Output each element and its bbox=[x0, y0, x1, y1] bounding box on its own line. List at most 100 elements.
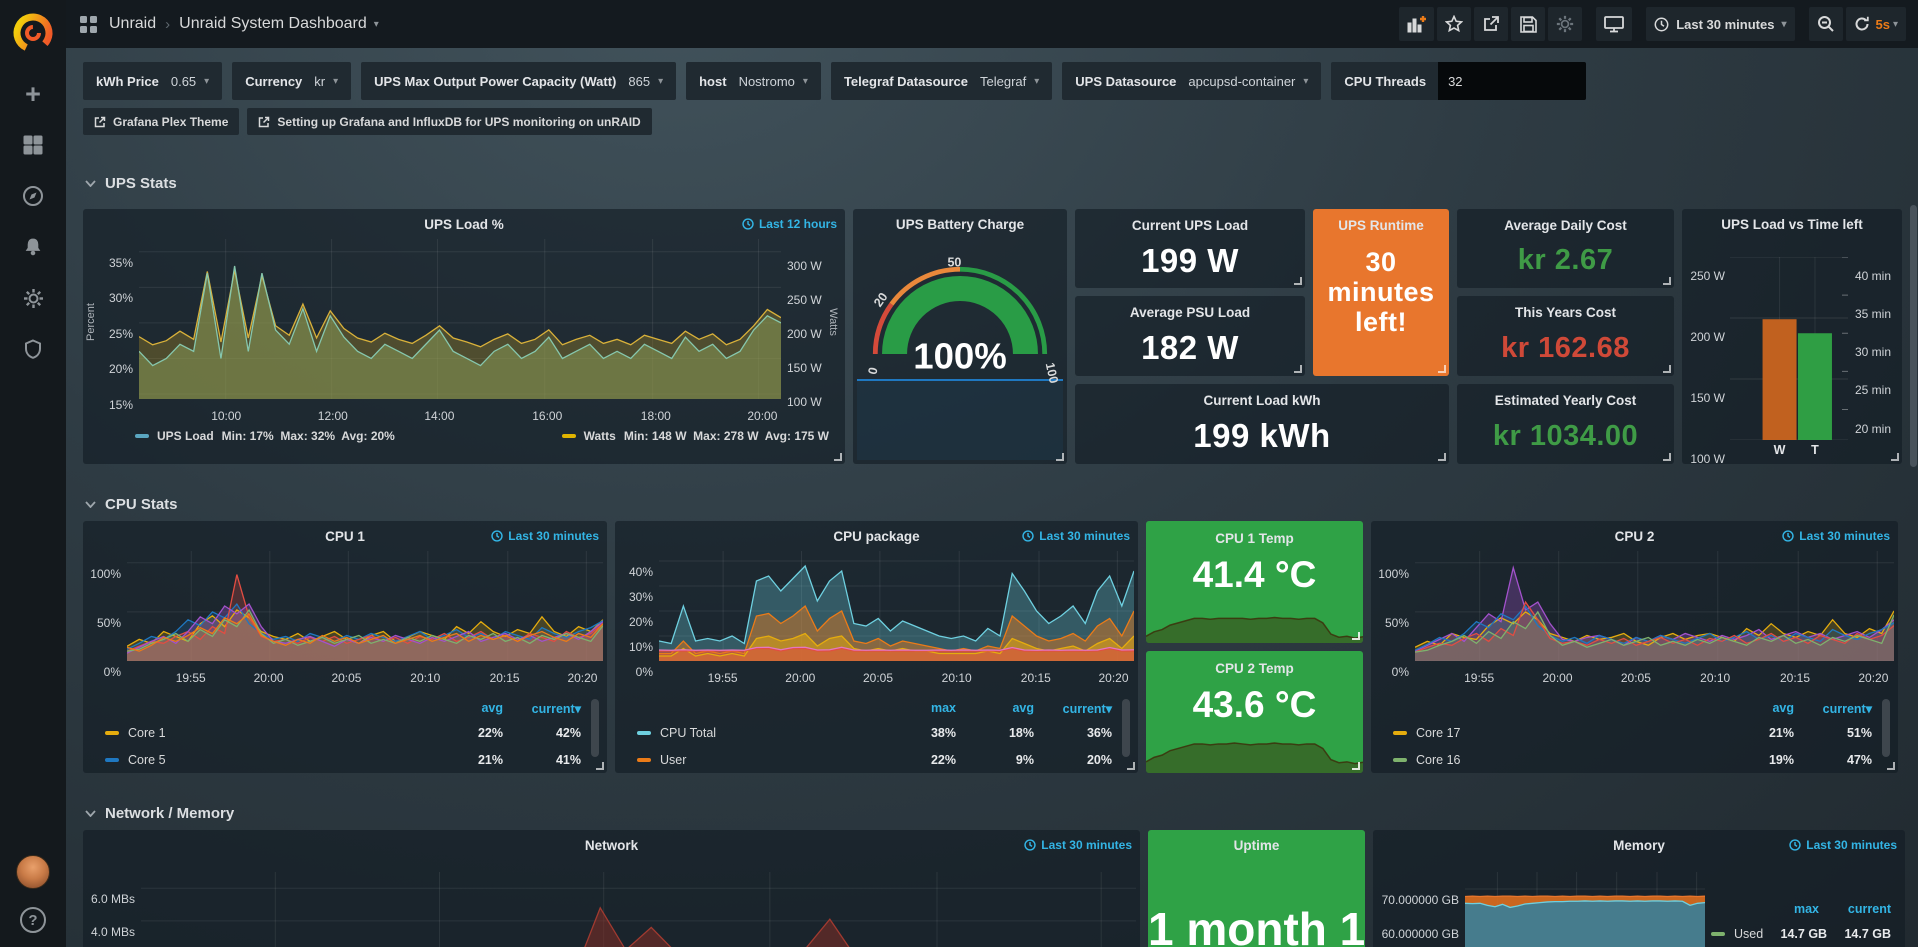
y-tick-label: 150 W bbox=[787, 361, 822, 375]
legend-series-name[interactable]: User bbox=[637, 753, 878, 767]
legend-series-name[interactable]: Core 17 bbox=[1393, 726, 1716, 740]
star-button[interactable] bbox=[1437, 7, 1471, 41]
section-cpu-stats[interactable]: CPU Stats bbox=[85, 492, 1905, 516]
stat-title[interactable]: CPU 1 Temp bbox=[1215, 531, 1294, 546]
legend-row-core-16[interactable]: Core 1619%47% bbox=[1393, 746, 1872, 773]
create-plus-icon[interactable]: + bbox=[21, 82, 45, 106]
legend-sort-header-current[interactable]: current bbox=[1819, 902, 1891, 916]
stat-title[interactable]: UPS Runtime bbox=[1338, 218, 1424, 233]
refresh-picker[interactable]: 5s ▾ bbox=[1846, 7, 1907, 41]
legend-row-core-17[interactable]: Core 1721%51% bbox=[1393, 719, 1872, 746]
panel-title[interactable]: Uptime bbox=[1148, 838, 1365, 853]
variable-cpu-threads[interactable]: CPU Threads bbox=[1331, 62, 1586, 100]
panel-ups-battery-charge: UPS Battery Charge 0 20 50 100 100% bbox=[853, 209, 1067, 464]
save-button[interactable] bbox=[1511, 7, 1545, 41]
zoom-out-button[interactable] bbox=[1809, 7, 1843, 41]
apps-grid-icon[interactable] bbox=[80, 16, 97, 33]
help-icon[interactable]: ? bbox=[20, 907, 46, 933]
x-tick-label: 14:00 bbox=[424, 409, 454, 423]
share-button[interactable] bbox=[1474, 7, 1508, 41]
legend-item-watts[interactable]: Watts Min: 148 W Max: 278 W Avg: 175 W bbox=[562, 429, 829, 443]
panel-time-link[interactable]: Last 12 hours bbox=[742, 217, 837, 231]
panel-title[interactable]: UPS Load vs Time left bbox=[1682, 217, 1902, 232]
breadcrumb-dashboard[interactable]: Unraid System Dashboard ▾ bbox=[179, 15, 379, 33]
legend-series-name[interactable]: Core 1 bbox=[105, 726, 425, 740]
legend-sort-header-max[interactable]: max bbox=[1747, 902, 1819, 916]
stat-title[interactable]: This Years Cost bbox=[1515, 305, 1616, 320]
y-axis-left: 250 W200 W150 W100 W bbox=[1684, 257, 1730, 464]
panel-time-link[interactable]: Last 30 minutes bbox=[1024, 838, 1132, 852]
panel-title[interactable]: UPS Load % bbox=[83, 217, 845, 232]
legend-sort-header-current[interactable]: current▾ bbox=[1034, 701, 1112, 716]
breadcrumb-folder[interactable]: Unraid bbox=[109, 15, 156, 33]
stat-title[interactable]: Current UPS Load bbox=[1132, 218, 1248, 233]
cycle-view-mode-button[interactable] bbox=[1596, 7, 1632, 41]
variable-ups-max-output-power-capacity-watt[interactable]: UPS Max Output Power Capacity (Watt)865▾ bbox=[361, 62, 676, 100]
stat-title[interactable]: CPU 2 Temp bbox=[1215, 661, 1294, 676]
variable-telegraf-datasource[interactable]: Telegraf DatasourceTelegraf▾ bbox=[831, 62, 1052, 100]
variable-ups-datasource[interactable]: UPS Datasourceapcupsd-container▾ bbox=[1062, 62, 1321, 100]
user-avatar[interactable] bbox=[16, 855, 50, 889]
legend-series-name[interactable]: Core 5 bbox=[105, 753, 425, 767]
legend-scrollbar[interactable] bbox=[1882, 699, 1890, 757]
legend-sort-header-max[interactable]: max bbox=[878, 701, 956, 715]
legend-row-core-5[interactable]: Core 521%41% bbox=[105, 746, 581, 773]
legend-sort-header-avg[interactable]: avg bbox=[425, 701, 503, 715]
legend-row-user[interactable]: User22%9%20% bbox=[637, 746, 1112, 773]
panel-time-link[interactable]: Last 30 minutes bbox=[491, 529, 599, 543]
stat-title[interactable]: Average PSU Load bbox=[1130, 305, 1250, 320]
legend-sort-header-current[interactable]: current▾ bbox=[503, 701, 581, 716]
explore-compass-icon[interactable] bbox=[21, 184, 45, 208]
legend-stats: Min: 148 W Max: 278 W Avg: 175 W bbox=[624, 429, 829, 443]
panel-time-link[interactable]: Last 30 minutes bbox=[1789, 838, 1897, 852]
legend-scrollbar[interactable] bbox=[591, 699, 599, 757]
legend-scrollbar[interactable] bbox=[1122, 699, 1130, 757]
legend-sort-header-current[interactable]: current▾ bbox=[1794, 701, 1872, 716]
legend-series-name[interactable]: CPU Total bbox=[637, 726, 878, 740]
y-tick-label: 15% bbox=[109, 398, 133, 412]
legend-sort-header-avg[interactable]: avg bbox=[1716, 701, 1794, 715]
dashboard-settings-button[interactable] bbox=[1548, 7, 1582, 41]
stat-value: kr 1034.00 bbox=[1493, 408, 1638, 464]
stat-title[interactable]: Current Load kWh bbox=[1204, 393, 1321, 408]
legend-series-name[interactable]: Core 16 bbox=[1393, 753, 1716, 767]
variable-host[interactable]: hostNostromo▾ bbox=[686, 62, 821, 100]
legend-series-name[interactable]: Used bbox=[1711, 927, 1763, 941]
stat-title[interactable]: Estimated Yearly Cost bbox=[1495, 393, 1637, 408]
section-network-memory[interactable]: Network / Memory bbox=[85, 801, 1905, 825]
sidebar: + bbox=[0, 0, 66, 947]
variable-input[interactable] bbox=[1438, 62, 1586, 100]
cpu2-chart-plot bbox=[1415, 551, 1894, 661]
variable-kwh-price[interactable]: kWh Price0.65▾ bbox=[83, 62, 222, 100]
stat-title[interactable]: Average Daily Cost bbox=[1504, 218, 1627, 233]
x-tick-label: 19:55 bbox=[708, 671, 738, 685]
configuration-gear-icon[interactable] bbox=[21, 286, 45, 310]
dashboard-link-grafana-plex-theme[interactable]: Grafana Plex Theme bbox=[83, 108, 239, 135]
alerting-bell-icon[interactable] bbox=[21, 235, 45, 259]
legend-series-name: Watts bbox=[584, 429, 616, 443]
legend-value: 21% bbox=[425, 753, 503, 767]
legend-sort-header-avg[interactable]: avg bbox=[956, 701, 1034, 715]
add-panel-button[interactable] bbox=[1399, 7, 1434, 41]
server-admin-shield-icon[interactable] bbox=[21, 337, 45, 361]
dashboard-link-setting-up-grafana-a[interactable]: Setting up Grafana and InfluxDB for UPS … bbox=[247, 108, 651, 135]
panel-time-link[interactable]: Last 30 minutes bbox=[1022, 529, 1130, 543]
panel-title[interactable]: UPS Battery Charge bbox=[853, 217, 1067, 232]
legend-item-ups-load[interactable]: UPS LoadMin: 17% Max: 32% Avg: 20% bbox=[135, 429, 395, 443]
time-range-picker[interactable]: Last 30 minutes ▾ bbox=[1646, 7, 1794, 41]
x-tick-label: 16:00 bbox=[532, 409, 562, 423]
y-axis-left: 35%30%25%20%15% bbox=[99, 239, 139, 405]
bar-chart-plot bbox=[1730, 257, 1848, 440]
y-axis-left: 6.0 MBs4.0 MBs2.0 MBs bbox=[83, 872, 141, 947]
panel-time-link[interactable]: Last 30 minutes bbox=[1782, 529, 1890, 543]
legend-row-cpu-total[interactable]: CPU Total38%18%36% bbox=[637, 719, 1112, 746]
legend-row-used[interactable]: Used14.7 GB14.7 GB bbox=[1711, 920, 1891, 947]
dashboards-icon[interactable] bbox=[21, 133, 45, 157]
variable-currency[interactable]: Currencykr▾ bbox=[232, 62, 351, 100]
external-link-icon bbox=[258, 116, 270, 128]
panel-title[interactable]: Network bbox=[83, 838, 1140, 853]
section-ups-stats[interactable]: UPS Stats bbox=[85, 171, 1905, 195]
legend-row-core-1[interactable]: Core 122%42% bbox=[105, 719, 581, 746]
grafana-logo[interactable] bbox=[10, 10, 56, 56]
page-scrollbar[interactable] bbox=[1910, 205, 1917, 467]
